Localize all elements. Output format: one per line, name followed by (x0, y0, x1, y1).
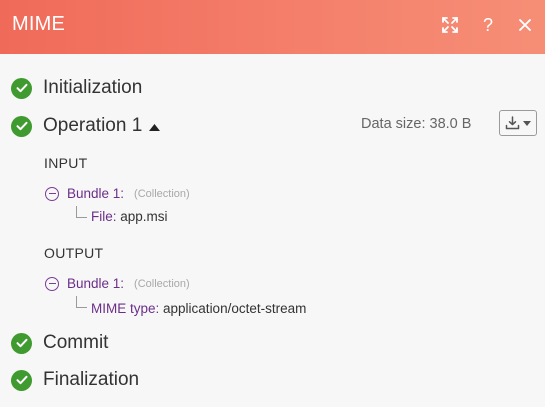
chevron-down-icon (523, 120, 531, 126)
execution-log (0, 54, 545, 407)
bundle-label: Bundle 1: (67, 276, 125, 291)
input-field-file: File: app.msi (91, 209, 168, 224)
phase-operation-1[interactable]: Operation 1 (11, 115, 161, 137)
tree-connector (76, 206, 87, 218)
input-section-label: INPUT (44, 155, 88, 171)
phase-label: Operation 1 (43, 115, 143, 136)
caret-up-icon[interactable] (149, 115, 161, 137)
output-bundle: Bundle 1: (Collection) (45, 276, 190, 291)
help-icon[interactable]: ? (477, 14, 499, 36)
output-field-mime-type: MIME type: application/octet-stream (91, 301, 306, 316)
check-icon (11, 115, 32, 137)
check-icon (11, 369, 32, 391)
phase-finalization: Finalization (11, 369, 139, 391)
download-button[interactable] (499, 110, 537, 136)
download-icon (505, 116, 520, 130)
field-value: application/octet-stream (163, 301, 307, 316)
data-size-label: Data size: 38.0 B (361, 116, 472, 132)
output-section-label: OUTPUT (44, 245, 104, 261)
phase-label: Initialization (43, 77, 143, 98)
bundle-type: (Collection) (134, 277, 190, 290)
check-icon (11, 332, 32, 354)
field-value: app.msi (120, 209, 168, 224)
phase-initialization: Initialization (11, 77, 142, 99)
phase-label: Finalization (43, 369, 140, 390)
field-key: MIME type: (91, 301, 160, 316)
input-bundle: Bundle 1: (Collection) (45, 186, 190, 201)
collapse-toggle-icon[interactable] (45, 276, 59, 291)
expand-icon[interactable] (439, 14, 461, 36)
close-icon[interactable] (514, 14, 536, 36)
tree-connector (76, 296, 87, 308)
phase-label: Commit (43, 332, 109, 353)
dialog-title: MIME (12, 13, 66, 35)
collapse-toggle-icon[interactable] (45, 186, 59, 201)
dialog-header: MIME ? (0, 0, 545, 54)
bundle-type: (Collection) (134, 187, 190, 200)
field-key: File: (91, 209, 117, 224)
phase-commit: Commit (11, 332, 108, 354)
check-icon (11, 77, 32, 99)
bundle-label: Bundle 1: (67, 186, 125, 201)
